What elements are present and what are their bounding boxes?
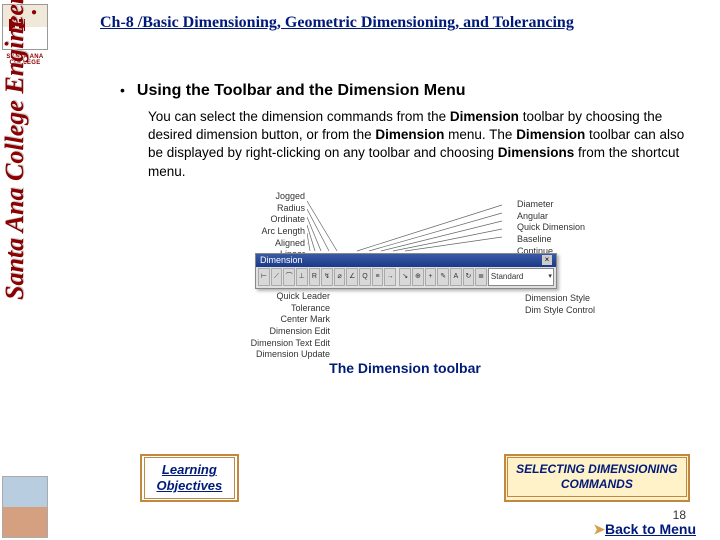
- leader-button[interactable]: ↘: [399, 268, 411, 286]
- radius-dim-button[interactable]: R: [309, 268, 321, 286]
- close-icon[interactable]: ×: [542, 255, 552, 265]
- dim-style-dropdown[interactable]: Standard: [488, 268, 554, 286]
- topic-box: SELECTING DIMENSIONING COMMANDS: [504, 454, 690, 502]
- arclength-dim-button[interactable]: ⌒: [283, 268, 295, 286]
- bullet-icon: •: [120, 82, 125, 98]
- arrow-icon: ➤: [593, 521, 605, 537]
- baseline-dim-button[interactable]: ≡: [372, 268, 384, 286]
- toolbar-window-title: Dimension: [260, 255, 303, 265]
- center-mark-button[interactable]: +: [425, 268, 437, 286]
- dimension-toolbar: Dimension × ⊢ ⟋ ⌒ ⊥ R ↯ ⌀ ∠ Q ≡ → ↘: [255, 253, 557, 289]
- section-heading: Using the Toolbar and the Dimension Menu: [137, 82, 466, 100]
- vertical-title: Santa Ana College Engineering: [0, 0, 30, 300]
- dim-text-edit-button[interactable]: A: [450, 268, 462, 286]
- dim-style-button[interactable]: ≣: [475, 268, 487, 286]
- linear-dim-button[interactable]: ⊢: [258, 268, 270, 286]
- instructor-photo: [2, 476, 48, 538]
- tolerance-button[interactable]: ⊕: [412, 268, 424, 286]
- quick-dim-button[interactable]: Q: [359, 268, 371, 286]
- toolbar-diagram: Jogged Radius Ordinate Arc Length Aligne…: [215, 191, 595, 356]
- continue-dim-button[interactable]: →: [384, 268, 396, 286]
- angular-dim-button[interactable]: ∠: [346, 268, 358, 286]
- labels-top-right: Diameter Angular Quick Dimension Baselin…: [517, 199, 585, 257]
- jogged-dim-button[interactable]: ↯: [321, 268, 333, 286]
- diagram-caption: The Dimension toolbar: [120, 360, 690, 376]
- aligned-dim-button[interactable]: ⟋: [271, 268, 283, 286]
- ordinate-dim-button[interactable]: ⊥: [296, 268, 308, 286]
- back-to-menu-link[interactable]: ➤Back to Menu: [593, 521, 696, 538]
- dim-edit-button[interactable]: ✎: [437, 268, 449, 286]
- body-paragraph: You can select the dimension commands fr…: [148, 108, 690, 181]
- page-number: 18: [673, 508, 686, 522]
- labels-bottom-right: Dimension Style Dim Style Control: [525, 293, 595, 316]
- labels-top-left: Jogged Radius Ordinate Arc Length Aligne…: [235, 191, 305, 261]
- dim-update-button[interactable]: ↻: [463, 268, 475, 286]
- labels-bottom-left: Quick Leader Tolerance Center Mark Dimen…: [230, 291, 330, 361]
- diameter-dim-button[interactable]: ⌀: [334, 268, 346, 286]
- chapter-title: Ch-8 /Basic Dimensioning, Geometric Dime…: [100, 14, 710, 32]
- learning-objectives-button[interactable]: Learning Objectives: [140, 454, 239, 502]
